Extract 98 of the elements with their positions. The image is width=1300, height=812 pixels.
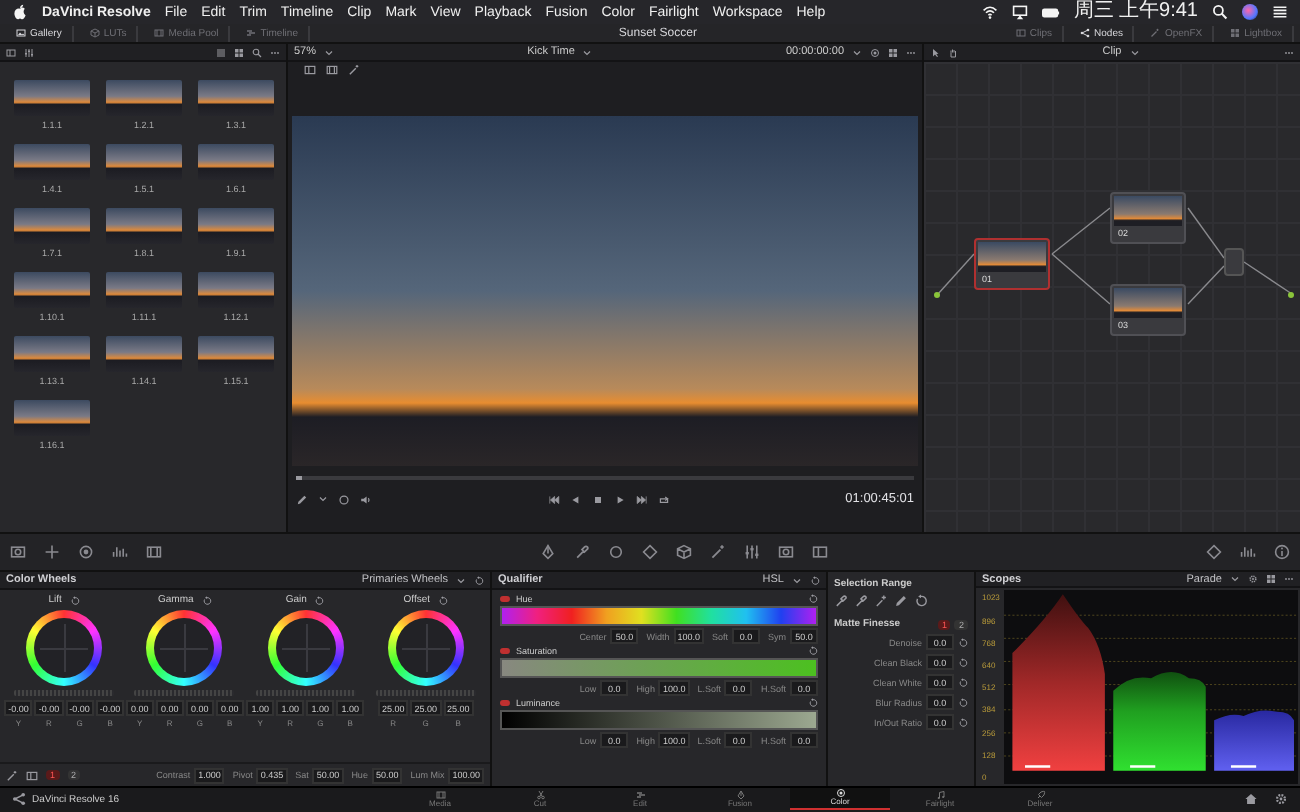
still-thumbnail[interactable] — [14, 400, 90, 436]
tool-icon[interactable] — [10, 544, 26, 560]
settings-icon[interactable] — [1274, 792, 1288, 806]
still-thumbnail[interactable] — [198, 272, 274, 308]
still-thumbnail[interactable] — [198, 80, 274, 116]
battery-icon[interactable] — [1041, 3, 1060, 21]
grid-icon[interactable] — [1266, 574, 1276, 585]
sort-icon[interactable] — [24, 47, 34, 57]
assistant-icon[interactable] — [1242, 4, 1258, 20]
panel-icon[interactable] — [6, 47, 16, 57]
app-logo-icon — [12, 792, 26, 806]
reset-icon[interactable] — [914, 594, 928, 608]
picker-icon[interactable] — [834, 594, 848, 608]
reset-icon[interactable] — [808, 698, 818, 708]
screen-icon[interactable] — [1011, 4, 1028, 20]
color-wheel[interactable] — [267, 610, 344, 686]
still-thumbnail[interactable] — [106, 272, 182, 308]
go-to-start-icon[interactable] — [547, 493, 560, 505]
input-port[interactable] — [934, 292, 940, 298]
home-icon[interactable] — [1244, 792, 1258, 806]
speaker-icon[interactable] — [360, 493, 372, 505]
search-icon[interactable] — [1212, 4, 1228, 20]
play-reverse-icon[interactable] — [569, 493, 582, 505]
loop-icon[interactable] — [657, 493, 670, 505]
tool-icon[interactable] — [778, 544, 794, 560]
search-icon[interactable] — [252, 47, 262, 57]
fullscreen-icon[interactable] — [888, 47, 899, 57]
still-thumbnail[interactable] — [14, 336, 90, 372]
feather-icon[interactable] — [894, 594, 908, 608]
channel-toggle[interactable] — [500, 648, 510, 654]
still-thumbnail[interactable] — [198, 208, 274, 244]
still-thumbnail[interactable] — [106, 336, 182, 372]
channel-toggle[interactable] — [500, 596, 510, 602]
still-thumbnail[interactable] — [14, 272, 90, 308]
info-icon[interactable] — [1274, 544, 1290, 560]
color-wheel[interactable] — [387, 610, 464, 686]
go-to-end-icon[interactable] — [635, 493, 648, 505]
reset-icon[interactable] — [201, 595, 212, 605]
tool-icon[interactable] — [112, 544, 128, 560]
curve-icon[interactable] — [6, 769, 18, 781]
tool-icon[interactable] — [608, 544, 624, 560]
reset-icon[interactable] — [808, 646, 818, 656]
still-thumbnail[interactable] — [14, 144, 90, 180]
still-thumbnail[interactable] — [106, 144, 182, 180]
still-thumbnail[interactable] — [106, 80, 182, 116]
caret-icon[interactable] — [456, 575, 466, 585]
tool-icon[interactable] — [540, 544, 556, 560]
color-wheel[interactable] — [146, 610, 223, 686]
tool-icon[interactable] — [642, 544, 658, 560]
channel-toggle[interactable] — [500, 700, 510, 706]
picker-minus-icon[interactable] — [854, 594, 868, 608]
reset-icon[interactable] — [474, 575, 484, 585]
picker-plus-icon[interactable] — [874, 594, 888, 608]
mixer-node[interactable] — [1224, 248, 1244, 276]
tool-icon[interactable] — [78, 544, 94, 560]
caret-icon[interactable] — [582, 47, 593, 57]
frame-icon[interactable] — [326, 64, 338, 76]
range-bar[interactable] — [500, 606, 818, 626]
reset-icon[interactable] — [314, 595, 325, 605]
still-thumbnail[interactable] — [198, 336, 274, 372]
caret-icon[interactable] — [318, 494, 328, 504]
scope-icon[interactable] — [1240, 544, 1256, 560]
wifi-icon[interactable] — [981, 4, 998, 20]
still-thumbnail[interactable] — [14, 80, 90, 116]
tool-icon[interactable] — [744, 544, 760, 560]
tool-icon[interactable] — [146, 544, 162, 560]
clock[interactable]: 周三 上午9:41 — [1073, 0, 1198, 24]
still-thumbnail[interactable] — [14, 208, 90, 244]
reset-icon[interactable] — [69, 595, 80, 605]
wand-icon[interactable] — [348, 64, 360, 76]
pencil-icon[interactable] — [296, 493, 308, 505]
panel-icon[interactable] — [26, 769, 38, 781]
circle-icon[interactable] — [338, 493, 350, 505]
tool-icon[interactable] — [710, 544, 726, 560]
caret-icon[interactable] — [1230, 574, 1240, 585]
tool-icon[interactable] — [676, 544, 692, 560]
play-icon[interactable] — [613, 493, 626, 505]
tool-icon[interactable] — [44, 544, 60, 560]
caret-icon[interactable] — [324, 47, 335, 57]
still-thumbnail[interactable] — [106, 208, 182, 244]
split-view-icon[interactable] — [304, 64, 316, 76]
keyframe-icon[interactable] — [1206, 544, 1222, 560]
still-thumbnail[interactable] — [198, 144, 274, 180]
output-port[interactable] — [1288, 292, 1294, 298]
caret-icon[interactable] — [1129, 47, 1140, 57]
range-bar[interactable] — [500, 710, 818, 730]
tool-icon[interactable] — [812, 544, 828, 560]
apple-icon[interactable] — [12, 4, 28, 20]
cursor-icon[interactable] — [930, 47, 940, 57]
grid-icon[interactable] — [234, 47, 244, 57]
caret-icon[interactable] — [792, 575, 802, 585]
reset-icon[interactable] — [438, 595, 448, 605]
hand-icon[interactable] — [948, 47, 958, 57]
settings-icon[interactable] — [1248, 574, 1258, 585]
tool-icon[interactable] — [574, 544, 590, 560]
color-wheel[interactable] — [26, 610, 103, 686]
caret-icon[interactable] — [852, 47, 863, 57]
color-icon[interactable] — [870, 47, 881, 57]
